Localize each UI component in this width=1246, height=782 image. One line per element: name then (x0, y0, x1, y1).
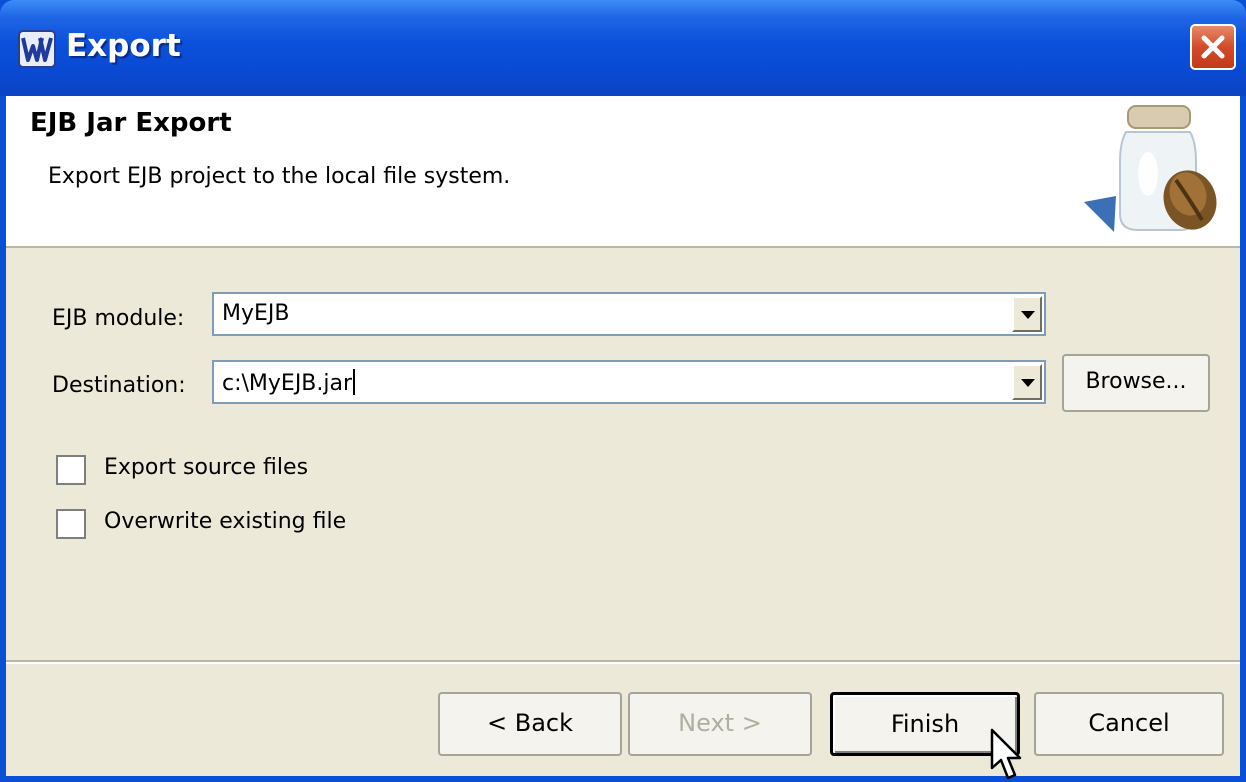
ejb-module-dropdown-button[interactable] (1012, 296, 1042, 332)
next-button[interactable]: Next > (628, 692, 812, 756)
cancel-button[interactable]: Cancel (1034, 692, 1224, 756)
ejb-module-label: EJB module: (52, 306, 185, 331)
close-button[interactable] (1190, 24, 1236, 70)
ejb-module-value: MyEJB (222, 301, 290, 326)
chevron-down-icon (1021, 379, 1035, 387)
text-caret (353, 369, 356, 395)
mouse-pointer-icon (990, 728, 1022, 780)
chevron-down-icon (1021, 311, 1035, 319)
jar-with-coffee-bean-icon (1084, 105, 1217, 232)
wizard-page-description: Export EJB project to the local file sys… (48, 164, 511, 189)
destination-label: Destination: (52, 373, 186, 398)
dialog-client-area: EJB Jar Export Export EJB project to the… (6, 96, 1240, 776)
back-button[interactable]: < Back (438, 692, 622, 756)
destination-value: c:\MyEJB.jar (222, 371, 353, 396)
overwrite-label: Overwrite existing file (104, 509, 347, 534)
wizard-page-title: EJB Jar Export (30, 108, 232, 138)
overwrite-checkbox[interactable] (56, 509, 86, 539)
export-source-label: Export source files (104, 455, 309, 480)
ejb-module-combo[interactable]: MyEJB (212, 292, 1046, 336)
w-app-icon (18, 30, 56, 68)
window-title: Export (66, 28, 181, 64)
destination-combo[interactable]: c:\MyEJB.jar (212, 360, 1046, 404)
destination-dropdown-button[interactable] (1012, 364, 1042, 400)
wizard-banner: EJB Jar Export Export EJB project to the… (6, 96, 1240, 248)
browse-button[interactable]: Browse... (1062, 354, 1210, 412)
export-source-checkbox[interactable] (56, 455, 86, 485)
destination-input[interactable]: c:\MyEJB.jar (222, 369, 356, 396)
button-bar-separator (6, 660, 1240, 664)
close-icon (1201, 35, 1225, 59)
title-bar[interactable]: Export (0, 0, 1246, 96)
export-window: Export EJB Jar Export Export EJB project… (0, 0, 1246, 782)
